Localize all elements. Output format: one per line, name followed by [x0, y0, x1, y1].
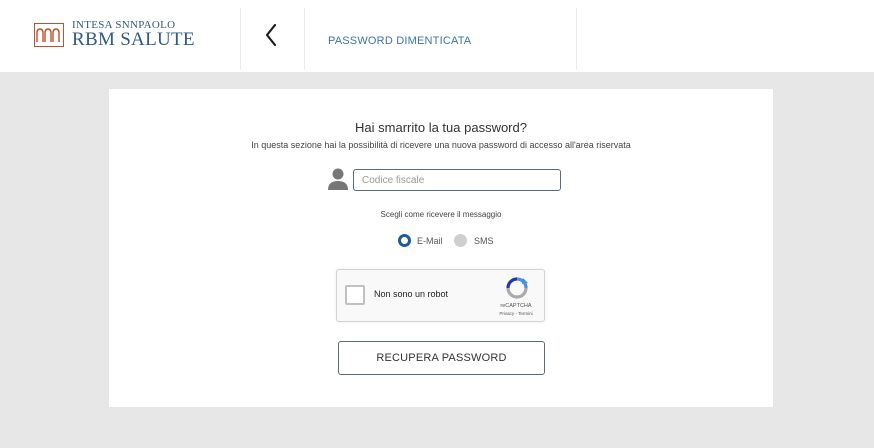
brand-mark-icon: [34, 23, 64, 47]
back-button[interactable]: [258, 20, 288, 50]
recaptcha-widget: Non sono un robot reCAPTCHA Privacy - Te…: [336, 269, 545, 322]
recaptcha-checkbox[interactable]: [345, 285, 365, 305]
codice-fiscale-input[interactable]: [353, 169, 561, 191]
header-divider: [304, 8, 305, 70]
form-subheading: In questa sezione hai la possibilità di …: [251, 140, 631, 150]
brand-logo[interactable]: INTESA SNNPAOLO RBM SALUTE: [34, 18, 234, 54]
brand-line-2: RBM SALUTE: [72, 29, 195, 50]
page-title: PASSWORD DIMENTICATA: [328, 35, 472, 47]
email-radio[interactable]: [398, 234, 411, 247]
sms-radio[interactable]: [454, 234, 467, 247]
password-recovery-card: Hai smarrito la tua password? In questa …: [109, 89, 773, 407]
header-divider: [576, 8, 577, 70]
user-icon: [327, 167, 349, 191]
recaptcha-privacy-terms-link[interactable]: Privacy - Termini: [487, 311, 545, 316]
header-divider: [240, 8, 241, 70]
email-radio-label[interactable]: E-Mail: [417, 236, 443, 246]
recupera-password-button[interactable]: RECUPERA PASSWORD: [338, 341, 545, 375]
recaptcha-brand: reCAPTCHA: [500, 303, 532, 309]
app-header: INTESA SNNPAOLO RBM SALUTE PASSWORD DIME…: [0, 0, 874, 72]
recaptcha-logo-icon: [505, 277, 529, 299]
recaptcha-label: Non sono un robot: [374, 289, 449, 299]
form-heading: Hai smarrito la tua password?: [355, 120, 527, 135]
chevron-left-icon: [265, 23, 277, 47]
delivery-method-label: Scegli come ricevere il messaggio: [380, 210, 502, 219]
sms-radio-label[interactable]: SMS: [474, 236, 494, 246]
